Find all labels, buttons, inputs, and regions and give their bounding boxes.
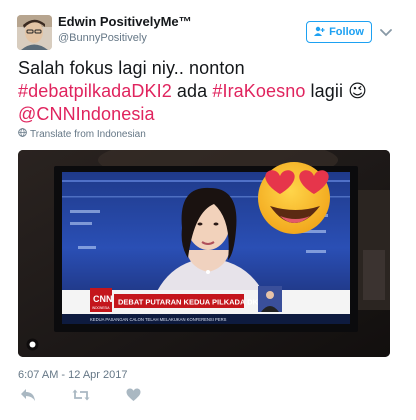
translate-link[interactable]: Translate from Indonesian bbox=[18, 128, 146, 140]
tweet-text: Salah fokus lagi niy.. nonton #debatpilk… bbox=[18, 57, 408, 126]
tweet-card: Edwin PositivelyMe™ @BunnyPositively Fol… bbox=[0, 0, 416, 420]
globe-icon bbox=[18, 128, 27, 140]
follow-label: Follow bbox=[329, 26, 364, 38]
avatar[interactable] bbox=[17, 15, 52, 50]
mention-link[interactable]: @CNNIndonesia bbox=[18, 104, 155, 124]
cnn-logo-sub: INDONESIA bbox=[92, 306, 110, 310]
cnn-logo-text: CNN bbox=[93, 294, 113, 304]
follow-button[interactable]: Follow bbox=[306, 21, 372, 43]
user-handle[interactable]: @BunnyPositively bbox=[58, 32, 147, 44]
heart-eyes-emoji bbox=[258, 162, 330, 234]
tweet-text-part: lagii bbox=[305, 81, 349, 101]
retweet-icon[interactable] bbox=[72, 388, 90, 402]
gif-badge-icon bbox=[26, 338, 39, 351]
tweet-photo[interactable]: DEBAT PUTARAN KEDUA PILKADA DKI KEDUA PA… bbox=[18, 150, 390, 357]
ticker-subline: KEDUA PASANGAN CALON TELAH MELAKUKAN KON… bbox=[90, 317, 227, 322]
ticker-headline: DEBAT PUTARAN KEDUA PILKADA DKI bbox=[118, 298, 260, 307]
wink-emoji: 😉 bbox=[348, 81, 368, 101]
tweet-text-part: ada bbox=[171, 81, 213, 101]
reply-icon[interactable] bbox=[20, 388, 36, 402]
tweet-text-part: Salah fokus lagi niy.. nonton bbox=[18, 58, 245, 78]
hashtag-link[interactable]: #IraKoesno bbox=[212, 81, 305, 101]
tweet-timestamp[interactable]: 6:07 AM - 12 Apr 2017 bbox=[18, 369, 127, 381]
tweet-actions bbox=[18, 388, 218, 404]
heart-icon[interactable] bbox=[126, 388, 141, 402]
chevron-down-icon[interactable] bbox=[379, 26, 393, 38]
add-user-icon bbox=[314, 26, 325, 39]
display-name[interactable]: Edwin PositivelyMe™ bbox=[58, 14, 192, 29]
hashtag-link[interactable]: #debatpilkadaDKI2 bbox=[18, 81, 172, 101]
translate-label: Translate from Indonesian bbox=[30, 128, 146, 140]
